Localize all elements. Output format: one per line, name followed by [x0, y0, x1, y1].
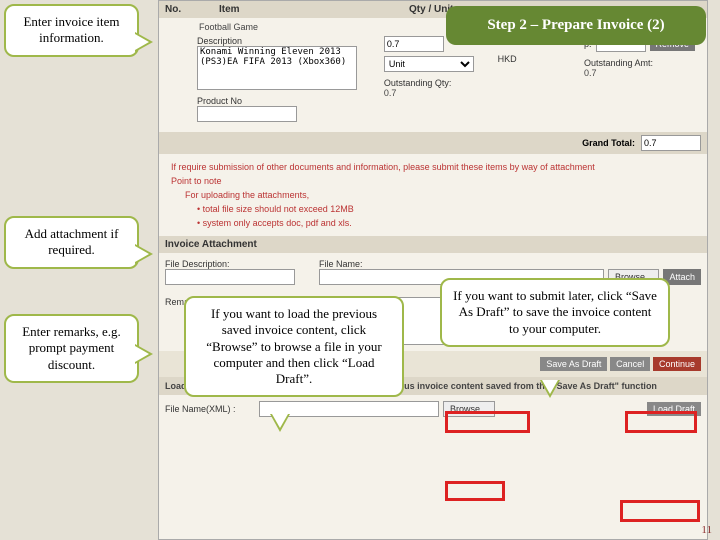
note-line3: For uploading the attachments, [165, 188, 701, 202]
highlight-browse [445, 481, 505, 501]
load-filename-label: File Name(XML) : [165, 404, 255, 414]
pointer-attachment [135, 244, 153, 264]
note-bullet1: total file size should not exceed 12MB [203, 204, 354, 214]
out-qty-label: Outstanding Qty: [384, 78, 494, 88]
out-amt-label: Outstanding Amt: [584, 58, 695, 68]
file-desc-input[interactable] [165, 269, 295, 285]
pointer-save-draft [540, 380, 560, 398]
file-name-label: File Name: [319, 259, 701, 269]
note-bullet2: system only accepts doc, pdf and xls. [203, 218, 352, 228]
grand-total-value [641, 135, 701, 151]
callout-remarks: Enter remarks, e.g. prompt payment disco… [4, 314, 139, 383]
grand-total-row: Grand Total: [159, 132, 707, 154]
col-no: No. [165, 4, 189, 15]
attach-button[interactable]: Attach [663, 269, 701, 285]
callout-save-draft: If you want to submit later, click “Save… [440, 278, 670, 347]
continue-button[interactable]: Continue [653, 357, 701, 371]
save-as-draft-button[interactable]: Save As Draft [540, 357, 607, 371]
invoice-form-panel: No. Item Qty / Unit Football Game Descri… [158, 0, 708, 540]
productno-input[interactable] [197, 106, 297, 122]
unit-select[interactable]: Unit [384, 56, 474, 72]
cancel-button[interactable]: Cancel [610, 357, 650, 371]
page-number: 11 [701, 524, 712, 536]
pointer-remarks [135, 344, 153, 364]
productno-label: Product No [197, 96, 380, 106]
currency-label: HKD [498, 54, 580, 64]
note-line2: Point to note [165, 174, 701, 188]
col-item: Item [219, 4, 379, 15]
attachment-section-title: Invoice Attachment [159, 236, 707, 253]
out-amt-value: 0.7 [584, 68, 695, 78]
note-line1: If require submission of other documents… [165, 160, 701, 174]
pointer-load-draft [270, 414, 290, 432]
item-name: Football Game [199, 22, 359, 32]
out-qty-value: 0.7 [384, 88, 494, 98]
highlight-continue [625, 411, 697, 433]
highlight-load-draft [620, 500, 700, 522]
highlight-save-as-draft [445, 411, 530, 433]
pointer-item-info [135, 32, 153, 52]
callout-attachment: Add attachment if required. [4, 216, 139, 269]
description-input[interactable] [197, 46, 357, 90]
step-title-callout: Step 2 – Prepare Invoice (2) [446, 6, 706, 45]
desc-label: Description [197, 36, 380, 46]
callout-load-draft: If you want to load the previous saved i… [184, 296, 404, 397]
qty-input[interactable] [384, 36, 444, 52]
grand-total-label: Grand Total: [582, 138, 635, 148]
notes-block: If require submission of other documents… [159, 154, 707, 236]
file-desc-label: File Description: [165, 259, 315, 269]
callout-item-info: Enter invoice item information. [4, 4, 139, 57]
